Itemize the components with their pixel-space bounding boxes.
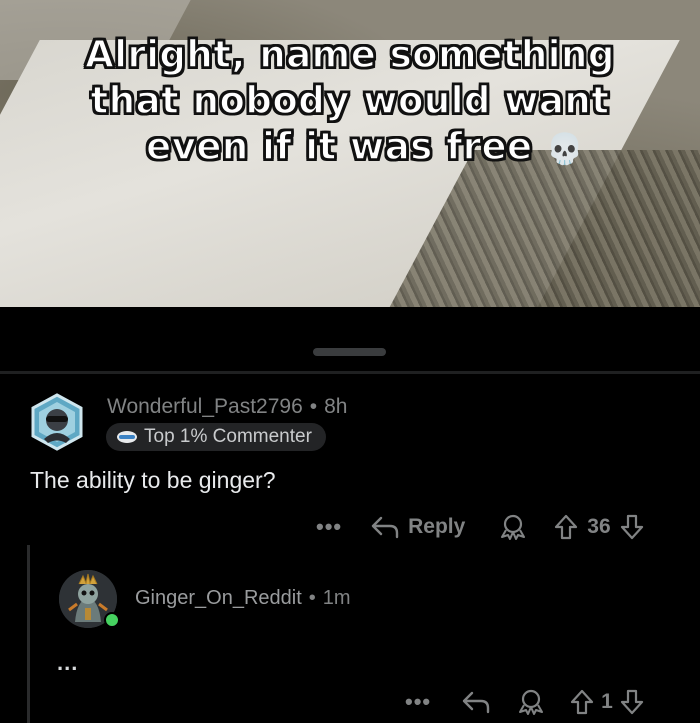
caption-line-1: Alright, name something [84, 32, 615, 77]
reply-button[interactable]: Reply [370, 515, 465, 539]
username[interactable]: Wonderful_Past2796 [107, 395, 303, 418]
user-flair[interactable]: Top 1% Commenter [106, 423, 326, 451]
reply-arrow-icon [371, 516, 399, 539]
comment-body: The ability to be ginger? [30, 467, 276, 493]
comment-actions: ••• 1 [405, 688, 645, 716]
caption-line-3-text: even if it was free [145, 124, 533, 169]
meta-separator: • [308, 587, 316, 609]
comment-age: 1m [322, 587, 351, 609]
reply-arrow-icon[interactable] [461, 689, 491, 715]
thread-line[interactable] [27, 545, 30, 723]
award-icon[interactable] [499, 513, 527, 541]
meme-caption: Alright, name something that nobody woul… [0, 32, 700, 173]
caption-line-3: even if it was free 💀 [0, 124, 700, 173]
online-status-indicator [104, 612, 120, 628]
upvote-icon[interactable] [569, 688, 595, 716]
caption-line-2: that nobody would want [90, 78, 610, 123]
username[interactable]: Ginger_On_Reddit [135, 587, 302, 609]
avatar-image [31, 393, 83, 451]
flair-label: Top 1% Commenter [144, 426, 312, 447]
comment-actions: ••• Reply 36 [316, 513, 645, 541]
comment-age: 8h [324, 395, 348, 418]
post-image[interactable]: Alright, name something that nobody woul… [0, 0, 700, 307]
vote-score: 36 [587, 515, 611, 538]
avatar[interactable] [28, 393, 86, 451]
more-options-button[interactable]: ••• [316, 514, 342, 540]
comment-body: ... [57, 650, 79, 675]
meta-separator: • [309, 395, 318, 418]
reply-label: Reply [408, 515, 466, 538]
divider [0, 371, 700, 374]
comment-meta: Ginger_On_Reddit • 1m [135, 587, 351, 610]
downvote-icon[interactable] [619, 688, 645, 716]
sheet-drag-handle[interactable] [313, 348, 386, 356]
flair-badge-icon [117, 431, 137, 443]
vote-score: 1 [601, 690, 613, 713]
skull-emoji: 💀 [546, 132, 584, 167]
comment-meta: Wonderful_Past2796 • 8h [107, 395, 347, 419]
award-icon[interactable] [517, 688, 545, 716]
more-options-button[interactable]: ••• [405, 689, 431, 715]
upvote-icon[interactable] [553, 513, 579, 541]
downvote-icon[interactable] [619, 513, 645, 541]
